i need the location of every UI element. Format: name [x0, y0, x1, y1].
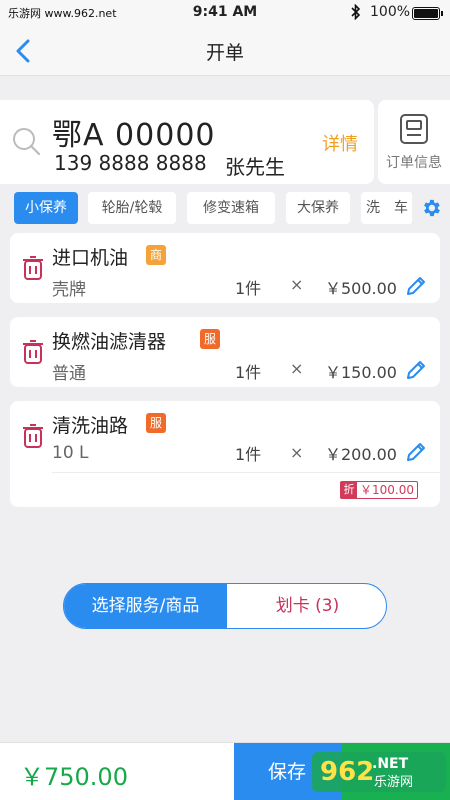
- item-type-tag: 服: [146, 413, 166, 433]
- item-spec: 普通: [52, 364, 86, 384]
- discount-tag: 折: [341, 482, 357, 498]
- multiply-sign: ×: [290, 275, 304, 294]
- order-total: ￥750.00: [20, 763, 128, 791]
- customer-name: 张先生: [225, 155, 285, 179]
- customer-phone: 139 8888 8888: [54, 151, 207, 175]
- svg-text:乐游网: 乐游网: [374, 775, 413, 790]
- order-info-button[interactable]: 订单信息: [378, 100, 450, 184]
- svg-text:962: 962: [320, 757, 374, 787]
- search-icon[interactable]: [12, 127, 42, 157]
- discount-badge: 折 ￥100.00: [340, 481, 418, 499]
- svg-text:.NET: .NET: [372, 756, 409, 772]
- trash-icon[interactable]: [22, 339, 44, 365]
- item-name: 清洗油路: [52, 415, 129, 437]
- bluetooth-icon: [350, 3, 362, 24]
- page-title: 开单: [205, 42, 244, 64]
- multiply-sign: ×: [290, 359, 304, 378]
- order-item-card[interactable]: 换燃油滤清器 服 普通 1件 × ￥150.00: [10, 317, 440, 387]
- item-quantity: 1件: [235, 445, 262, 464]
- pencil-edit-icon[interactable]: [405, 359, 427, 381]
- trash-icon[interactable]: [22, 255, 44, 281]
- item-price: ￥500.00: [325, 279, 397, 298]
- tab-tires[interactable]: 轮胎/轮毂: [88, 192, 176, 224]
- battery-percent: 100%: [370, 4, 411, 20]
- item-price: ￥200.00: [325, 445, 397, 464]
- multiply-sign: ×: [290, 443, 304, 462]
- detail-link[interactable]: 详情: [322, 130, 358, 156]
- item-spec: 10 L: [52, 443, 89, 463]
- navigation-bar: 开单: [0, 26, 450, 76]
- tab-car-wash[interactable]: 洗 车: [361, 192, 413, 224]
- item-type-tag: 服: [200, 329, 220, 349]
- item-type-tag: 商: [146, 245, 166, 265]
- battery-tip: [441, 11, 443, 16]
- status-bar: 乐游网 www.962.net 9:41 AM 100%: [0, 0, 450, 26]
- item-quantity: 1件: [235, 279, 262, 298]
- category-tabs: 小保养 轮胎/轮毂 修变速箱 大保养 洗 车: [0, 192, 450, 228]
- item-name: 换燃油滤清器: [52, 331, 167, 353]
- item-quantity: 1件: [235, 363, 262, 382]
- trash-icon[interactable]: [22, 423, 44, 449]
- battery-icon: [412, 7, 440, 20]
- discount-amount: ￥100.00: [360, 483, 414, 497]
- item-spec: 壳牌: [52, 280, 86, 300]
- select-service-button[interactable]: 选择服务/商品: [64, 584, 227, 628]
- order-item-card[interactable]: 清洗油路 服 10 L 1件 × ￥200.00 折 ￥100.00: [10, 401, 440, 507]
- customer-card[interactable]: 鄂A 00000 139 8888 8888 张先生 详情: [0, 100, 374, 184]
- pencil-edit-icon[interactable]: [405, 275, 427, 297]
- tab-small-maintenance[interactable]: 小保养: [14, 192, 78, 224]
- order-card-icon: [399, 113, 429, 145]
- card-deduct-button[interactable]: 划卡 (3): [227, 584, 386, 628]
- tab-transmission[interactable]: 修变速箱: [187, 192, 275, 224]
- tab-major-maintenance[interactable]: 大保养: [286, 192, 350, 224]
- order-item-card[interactable]: 进口机油 商 壳牌 1件 × ￥500.00: [10, 233, 440, 303]
- tab-settings-button[interactable]: [412, 192, 450, 224]
- item-name: 进口机油: [52, 247, 129, 269]
- item-divider: [52, 472, 440, 473]
- pencil-edit-icon[interactable]: [405, 441, 427, 463]
- watermark-logo: 962 .NET 乐游网: [312, 748, 446, 796]
- license-plate: 鄂A 00000: [52, 118, 216, 153]
- order-info-label: 订单信息: [386, 155, 442, 171]
- action-segment: 选择服务/商品 划卡 (3): [63, 583, 387, 629]
- item-price: ￥150.00: [325, 363, 397, 382]
